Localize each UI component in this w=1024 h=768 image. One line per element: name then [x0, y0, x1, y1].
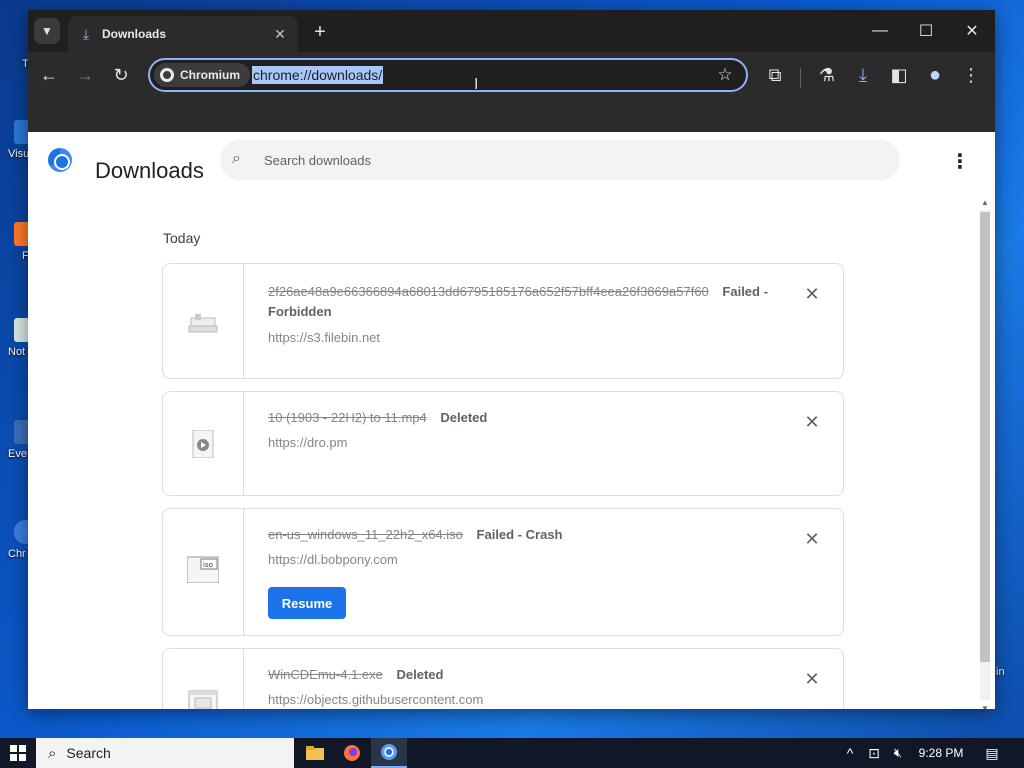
- labs-flask-icon[interactable]: ⚗: [812, 60, 842, 90]
- search-downloads-box[interactable]: ⌕: [220, 140, 900, 180]
- desktop-icon-label: Eve: [8, 448, 27, 460]
- start-button[interactable]: [0, 738, 36, 768]
- download-item: 2f26ae48a9e66366894a68013dd6795185176a65…: [162, 263, 844, 379]
- download-origin[interactable]: https://dl.bobpony.com: [268, 552, 788, 567]
- desktop-icon-label: Chr: [8, 548, 26, 560]
- tab-close-icon[interactable]: ✕: [270, 24, 290, 44]
- file-name[interactable]: 10 (1903 - 22H2) to 11.mp4: [268, 410, 427, 425]
- volume-muted-icon[interactable]: 🔇︎: [888, 738, 908, 768]
- extensions-icon[interactable]: ⧉: [760, 60, 790, 90]
- clock[interactable]: 9:28 PM: [912, 738, 970, 768]
- chromium-icon: [160, 68, 174, 82]
- chromium-taskbar-icon[interactable]: [371, 738, 407, 768]
- download-status: Deleted: [440, 410, 488, 425]
- tab-strip: ▼ ⤓ Downloads ✕ + — ☐ ✕: [28, 10, 995, 52]
- page-scrollbar[interactable]: ▲ ▼: [978, 198, 992, 709]
- search-icon: ⌕: [232, 150, 241, 167]
- firefox-icon: [344, 745, 360, 761]
- profile-avatar-icon[interactable]: ●: [920, 60, 950, 90]
- minimize-button[interactable]: —: [857, 16, 903, 46]
- site-chip-label: Chromium: [180, 68, 240, 82]
- tab-title: Downloads: [102, 27, 167, 41]
- notifications-icon[interactable]: ▤: [980, 738, 1004, 768]
- resume-button[interactable]: Resume: [268, 587, 346, 619]
- taskbar-search-label: Search: [66, 745, 111, 761]
- folder-icon: [306, 746, 324, 760]
- windows-logo-icon: [10, 745, 26, 761]
- download-origin[interactable]: https://objects.githubusercontent.com: [268, 692, 788, 707]
- file-icon-cell: [163, 392, 244, 495]
- generic-file-icon: [188, 314, 218, 333]
- download-origin[interactable]: https://s3.filebin.net: [268, 328, 788, 348]
- url-text[interactable]: chrome://downloads/: [252, 66, 384, 84]
- text-cursor-icon: I: [474, 76, 479, 93]
- svg-text:iso: iso: [203, 561, 213, 569]
- side-panel-icon[interactable]: ◧: [884, 60, 914, 90]
- chromium-logo-icon: [48, 148, 72, 172]
- reload-icon[interactable]: ↻: [106, 60, 136, 90]
- download-item: WinCDEmu-4.1.exe Deleted https://objects…: [162, 648, 844, 709]
- browser-window: ▼ ⤓ Downloads ✕ + — ☐ ✕ ← → ↻ Chromium c…: [28, 10, 995, 709]
- new-tab-button[interactable]: +: [308, 20, 332, 44]
- desktop-icon-label: Not: [8, 346, 26, 358]
- more-actions-icon[interactable]: ⋮: [950, 150, 970, 174]
- chromium-icon: [381, 744, 397, 760]
- remove-item-icon[interactable]: ✕: [799, 409, 825, 435]
- tab-downloads[interactable]: ⤓ Downloads ✕: [68, 16, 298, 52]
- close-window-button[interactable]: ✕: [949, 16, 995, 46]
- remove-item-icon[interactable]: ✕: [799, 526, 825, 552]
- file-icon-cell: [163, 649, 244, 709]
- search-icon: ⌕: [48, 744, 57, 762]
- page-title: Downloads: [95, 158, 204, 183]
- forward-icon[interactable]: →: [70, 60, 100, 90]
- desktop-icon-label: Visu: [8, 148, 30, 160]
- download-info: 2f26ae48a9e66366894a68013dd6795185176a65…: [268, 282, 788, 348]
- file-icon-cell: [163, 264, 244, 378]
- network-icon[interactable]: ⊡: [864, 738, 884, 768]
- download-info: 10 (1903 - 22H2) to 11.mp4 Deleted https…: [268, 410, 788, 450]
- file-name[interactable]: en-us_windows_11_22h2_x64.iso: [268, 527, 463, 542]
- back-icon[interactable]: ←: [34, 60, 64, 90]
- downloads-toolbar-icon[interactable]: ⤓: [848, 60, 878, 90]
- browser-menu-icon[interactable]: ⋮: [956, 60, 986, 90]
- download-item: iso en-us_windows_11_22h2_x64.iso Failed…: [162, 508, 844, 636]
- tab-search-button[interactable]: ▼: [34, 18, 60, 44]
- scroll-down-arrow-icon[interactable]: ▼: [980, 704, 990, 709]
- taskbar: ⌕ Search ^ ⊡ 🔇︎ 9:28 PM ▤: [0, 738, 1024, 768]
- remove-item-icon[interactable]: ✕: [799, 281, 825, 307]
- file-name[interactable]: WinCDEmu-4.1.exe: [268, 667, 383, 682]
- download-favicon-icon: ⤓: [82, 25, 90, 42]
- firefox-taskbar-icon[interactable]: [334, 738, 370, 768]
- scroll-up-arrow-icon[interactable]: ▲: [980, 198, 990, 208]
- download-info: en-us_windows_11_22h2_x64.iso Failed - C…: [268, 527, 788, 567]
- downloads-page: Downloads ⌕ ⋮ ▲ ▼ Today 2f26ae48a9e66366: [28, 132, 995, 709]
- tray-chevron-icon[interactable]: ^: [842, 738, 858, 768]
- taskbar-search[interactable]: ⌕ Search: [36, 738, 294, 768]
- exe-file-icon: [188, 690, 218, 709]
- site-chip[interactable]: Chromium: [154, 63, 250, 87]
- download-info: WinCDEmu-4.1.exe Deleted https://objects…: [268, 667, 788, 707]
- maximize-button[interactable]: ☐: [903, 16, 949, 46]
- chevron-down-icon: ▼: [41, 24, 53, 38]
- download-item: 10 (1903 - 22H2) to 11.mp4 Deleted https…: [162, 391, 844, 496]
- scrollbar-thumb[interactable]: [980, 212, 990, 662]
- iso-file-icon: iso: [187, 556, 219, 583]
- file-explorer-taskbar-icon[interactable]: [297, 738, 333, 768]
- download-status: Deleted: [396, 667, 444, 682]
- download-status: Failed - Crash: [476, 527, 563, 542]
- file-icon-cell: iso: [163, 509, 244, 635]
- video-file-icon: [192, 430, 214, 458]
- search-downloads-input[interactable]: [264, 150, 864, 170]
- remove-item-icon[interactable]: ✕: [799, 666, 825, 692]
- file-name[interactable]: 2f26ae48a9e66366894a68013dd6795185176a65…: [268, 284, 709, 299]
- address-bar[interactable]: Chromium chrome://downloads/ ☆: [148, 58, 748, 92]
- desktop-icon-label-right: in: [996, 666, 1005, 678]
- browser-toolbar: ← → ↻ Chromium chrome://downloads/ ☆ ⧉ ⚗…: [28, 52, 995, 132]
- bookmark-star-icon[interactable]: ☆: [714, 64, 736, 86]
- download-origin[interactable]: https://dro.pm: [268, 435, 788, 450]
- date-heading: Today: [163, 230, 201, 246]
- toolbar-divider: [800, 68, 801, 88]
